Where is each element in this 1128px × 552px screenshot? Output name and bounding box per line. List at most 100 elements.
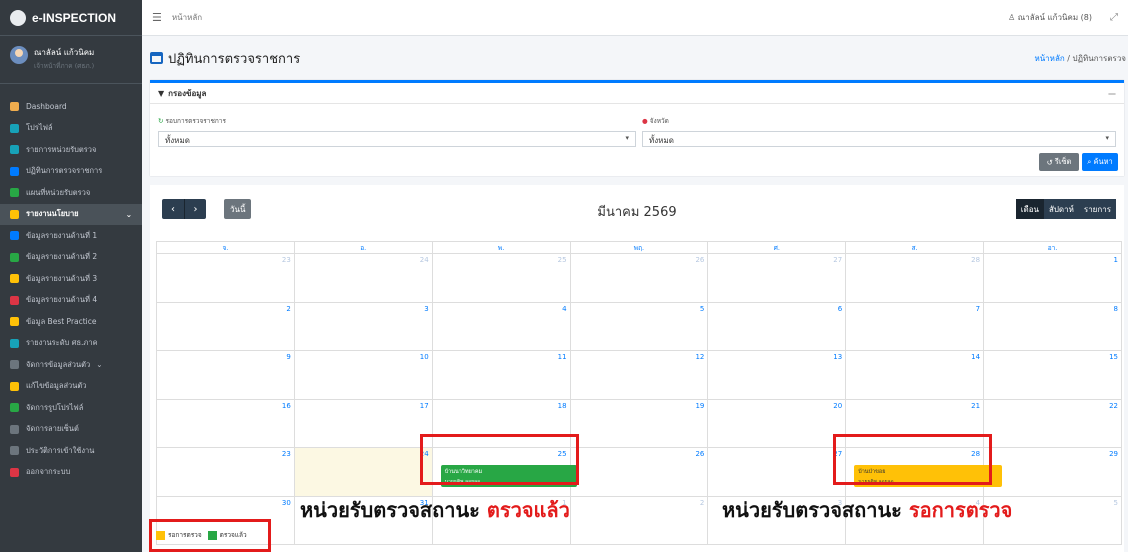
- calendar-day[interactable]: 17: [293, 398, 433, 448]
- collapse-icon[interactable]: —: [1108, 89, 1116, 98]
- sidebar-item[interactable]: ประวัติการเข้าใช้งาน: [0, 440, 142, 462]
- calendar-day[interactable]: 10: [293, 350, 433, 400]
- topbar-user[interactable]: ♙ ณาลัลน์ แก้วนิคม (8): [1008, 11, 1092, 24]
- day-number[interactable]: 25: [558, 256, 567, 264]
- calendar-day[interactable]: 25: [431, 253, 571, 303]
- day-number[interactable]: 29: [1109, 450, 1118, 458]
- calendar-day[interactable]: 24: [293, 253, 433, 303]
- calendar-day[interactable]: 9: [156, 350, 295, 400]
- sidebar-item[interactable]: ข้อมูลรายงานด้านที่ 2: [0, 247, 142, 269]
- sidebar-item[interactable]: แก้ไขข้อมูลส่วนตัว: [0, 376, 142, 398]
- user-panel[interactable]: ณาลัลน์ แก้วนิคม เจ้าหน้าที่ภาค (ศธภ.): [0, 36, 142, 84]
- calendar-day[interactable]: 26: [569, 447, 709, 497]
- calendar-day[interactable]: 5: [569, 301, 709, 351]
- view-list-button[interactable]: รายการ: [1078, 199, 1116, 219]
- calendar-day[interactable]: 27: [707, 253, 847, 303]
- calendar-day[interactable]: 29: [983, 447, 1122, 497]
- calendar-day[interactable]: 8: [983, 301, 1122, 351]
- day-number[interactable]: 22: [1109, 402, 1118, 410]
- day-number[interactable]: 17: [420, 402, 429, 410]
- calendar-day[interactable]: 3: [293, 301, 433, 351]
- sidebar-item[interactable]: รายการหน่วยรับตรวจ: [0, 139, 142, 161]
- sidebar-item[interactable]: รายงานนโยบาย ⌄: [0, 203, 142, 225]
- sidebar-item[interactable]: แผนที่หน่วยรับตรวจ: [0, 182, 142, 204]
- day-number[interactable]: 4: [562, 305, 566, 313]
- topbar-breadcrumb[interactable]: หน้าหลัก: [172, 11, 202, 24]
- day-number[interactable]: 16: [282, 402, 291, 410]
- province-select[interactable]: ทั้งหมด ▾: [642, 131, 1116, 147]
- day-number[interactable]: 21: [971, 402, 980, 410]
- calendar-day[interactable]: 2: [156, 301, 295, 351]
- sidebar-item[interactable]: จัดการลายเซ็นต์: [0, 419, 142, 441]
- day-number[interactable]: 24: [420, 256, 429, 264]
- sidebar-item[interactable]: ปฏิทินการตรวจราชการ: [0, 161, 142, 183]
- calendar-day[interactable]: 13: [707, 350, 847, 400]
- day-number[interactable]: 12: [695, 353, 704, 361]
- sidebar-item[interactable]: ข้อมูลรายงานด้านที่ 3: [0, 268, 142, 290]
- day-number[interactable]: 10: [420, 353, 429, 361]
- sidebar-item[interactable]: ข้อมูลรายงานด้านที่ 4: [0, 290, 142, 312]
- day-number[interactable]: 5: [700, 305, 704, 313]
- view-month-button[interactable]: เดือน: [1015, 199, 1044, 219]
- calendar-day[interactable]: 14: [845, 350, 985, 400]
- sidebar-item[interactable]: โปรไฟล์: [0, 118, 142, 140]
- day-number[interactable]: 8: [1114, 305, 1118, 313]
- calendar-day[interactable]: 22: [983, 398, 1122, 448]
- day-number[interactable]: 23: [282, 256, 291, 264]
- menu-toggle-icon[interactable]: ☰: [152, 11, 162, 24]
- calendar-day[interactable]: 23: [156, 253, 295, 303]
- sidebar-item[interactable]: รายงานระดับ ศธ.ภาค: [0, 333, 142, 355]
- calendar-day[interactable]: 23: [156, 447, 295, 497]
- day-number[interactable]: 28: [971, 256, 980, 264]
- view-week-button[interactable]: สัปดาห์: [1043, 199, 1079, 219]
- sidebar-item[interactable]: ออกจากระบบ: [0, 462, 142, 484]
- day-number[interactable]: 9: [286, 353, 290, 361]
- day-number[interactable]: 26: [695, 450, 704, 458]
- annotation-done-status: ตรวจแล้ว: [486, 498, 570, 522]
- sidebar-item[interactable]: จัดการรูปโปรไฟล์: [0, 397, 142, 419]
- calendar-day[interactable]: 4: [431, 301, 571, 351]
- day-number[interactable]: 6: [838, 305, 842, 313]
- brand[interactable]: e-INSPECTION: [0, 0, 142, 36]
- calendar-day[interactable]: 12: [569, 350, 709, 400]
- calendar-day[interactable]: 7: [845, 301, 985, 351]
- calendar-day[interactable]: 28: [845, 253, 985, 303]
- day-number[interactable]: 2: [700, 499, 704, 507]
- sidebar-item[interactable]: ข้อมูล Best Practice: [0, 311, 142, 333]
- calendar-day[interactable]: 26: [569, 253, 709, 303]
- breadcrumb-home[interactable]: หน้าหลัก: [1034, 54, 1064, 63]
- calendar-day[interactable]: 11: [431, 350, 571, 400]
- day-number[interactable]: 7: [976, 305, 980, 313]
- day-number[interactable]: 27: [833, 256, 842, 264]
- sidebar-item[interactable]: Dashboard: [0, 96, 142, 118]
- calendar-day[interactable]: 6: [707, 301, 847, 351]
- sidebar-item[interactable]: จัดการข้อมูลส่วนตัว ⌄: [0, 354, 142, 376]
- day-number[interactable]: 2: [286, 305, 290, 313]
- day-number[interactable]: 26: [695, 256, 704, 264]
- calendar-day[interactable]: 2: [569, 495, 709, 545]
- reset-button[interactable]: ↺ รีเซ็ต: [1039, 153, 1079, 171]
- day-number[interactable]: 23: [282, 450, 291, 458]
- calendar-day[interactable]: 24: [293, 447, 433, 497]
- round-select[interactable]: ทั้งหมด ▾: [158, 131, 636, 147]
- fullscreen-icon[interactable]: ⤢: [1110, 12, 1118, 23]
- day-number[interactable]: 30: [282, 499, 291, 507]
- day-number[interactable]: 18: [558, 402, 567, 410]
- sidebar-item[interactable]: ข้อมูลรายงานด้านที่ 1: [0, 225, 142, 247]
- day-number[interactable]: 5: [1114, 499, 1118, 507]
- day-number[interactable]: 20: [833, 402, 842, 410]
- day-number[interactable]: 3: [424, 305, 428, 313]
- calendar-day[interactable]: 1: [983, 253, 1122, 303]
- calendar-day[interactable]: 15: [983, 350, 1122, 400]
- day-number[interactable]: 11: [558, 353, 567, 361]
- search-button[interactable]: ⌕ ค้นหา: [1082, 153, 1118, 171]
- calendar-day[interactable]: 20: [707, 398, 847, 448]
- day-number[interactable]: 13: [833, 353, 842, 361]
- day-number[interactable]: 19: [695, 402, 704, 410]
- day-number[interactable]: 15: [1109, 353, 1118, 361]
- day-number[interactable]: 14: [971, 353, 980, 361]
- calendar-day[interactable]: 27: [707, 447, 847, 497]
- calendar-day[interactable]: 19: [569, 398, 709, 448]
- calendar-day[interactable]: 16: [156, 398, 295, 448]
- day-number[interactable]: 1: [1114, 256, 1118, 264]
